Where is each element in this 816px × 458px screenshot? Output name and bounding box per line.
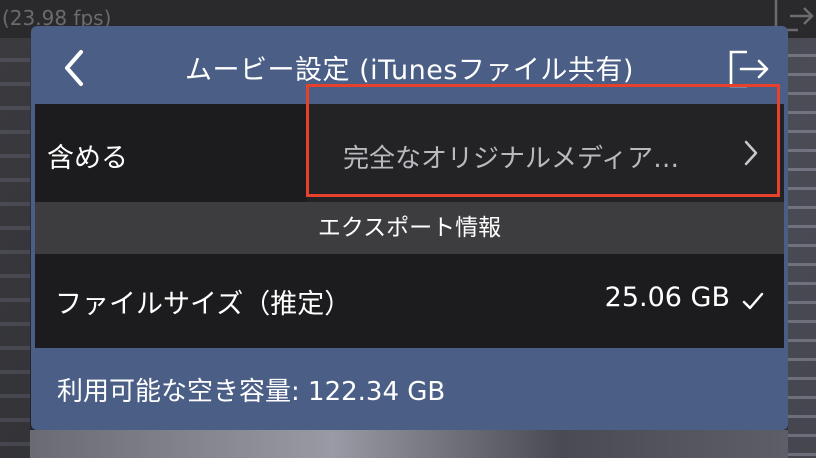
background-left-strip: [0, 38, 30, 458]
include-value: 完全なオリジナルメディア…: [343, 144, 680, 174]
include-row: 含める 完全なオリジナルメディア…: [35, 104, 784, 202]
background-right-strip: [788, 38, 816, 458]
include-selector[interactable]: 完全なオリジナルメディア…: [307, 104, 784, 202]
file-size-value: 25.06 GB: [604, 282, 730, 313]
background-bottom: [30, 430, 788, 458]
movie-settings-dialog: ムービー設定 (iTunesファイル共有) 含める 完全なオリジナルメディア… …: [31, 26, 788, 430]
export-icon[interactable]: [725, 46, 771, 92]
export-info-section-header: エクスポート情報: [35, 202, 784, 254]
dialog-header: ムービー設定 (iTunesファイル共有): [31, 26, 788, 104]
include-label: 含める: [47, 143, 128, 174]
file-size-label: ファイルサイズ（推定）: [55, 289, 352, 320]
dialog-title: ムービー設定 (iTunesファイル共有): [185, 55, 634, 86]
available-space-text: 利用可能な空き容量: 122.34 GB: [57, 377, 446, 407]
chevron-right-icon: [744, 140, 758, 166]
checkmark-icon: [742, 292, 764, 310]
file-size-row: ファイルサイズ（推定） 25.06 GB: [35, 254, 784, 348]
